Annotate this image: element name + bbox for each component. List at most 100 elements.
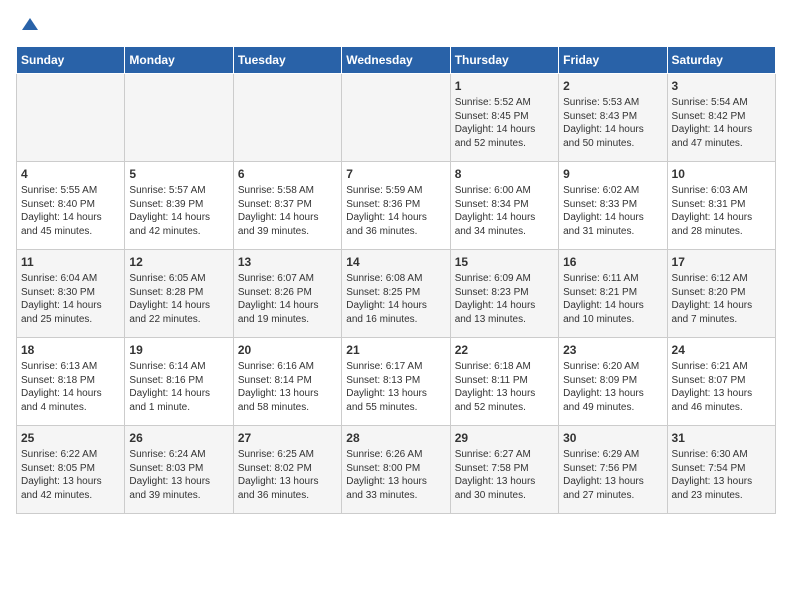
- weekday-header: Friday: [559, 47, 667, 74]
- day-number: 19: [129, 342, 228, 358]
- day-info: Sunrise: 5:55 AM Sunset: 8:40 PM Dayligh…: [21, 184, 120, 238]
- calendar-cell: 9 Sunrise: 6:02 AM Sunset: 8:33 PM Daylig…: [559, 162, 667, 250]
- day-number: 22: [455, 342, 554, 358]
- calendar-cell: 11 Sunrise: 6:04 AM Sunset: 8:30 PM Dayli…: [17, 250, 125, 338]
- day-info: Sunrise: 6:27 AM Sunset: 7:58 PM Dayligh…: [455, 448, 554, 502]
- day-info: Sunrise: 6:08 AM Sunset: 8:25 PM Dayligh…: [346, 272, 445, 326]
- calendar-cell: 5 Sunrise: 5:57 AM Sunset: 8:39 PM Daylig…: [125, 162, 233, 250]
- day-info: Sunrise: 6:13 AM Sunset: 8:18 PM Dayligh…: [21, 360, 120, 414]
- day-number: 4: [21, 166, 120, 182]
- day-info: Sunrise: 5:59 AM Sunset: 8:36 PM Dayligh…: [346, 184, 445, 238]
- calendar-cell: 17 Sunrise: 6:12 AM Sunset: 8:20 PM Dayli…: [667, 250, 775, 338]
- calendar-cell: 4 Sunrise: 5:55 AM Sunset: 8:40 PM Daylig…: [17, 162, 125, 250]
- calendar-cell: 31Sunrise: 6:30 AM Sunset: 7:54 PM Dayli…: [667, 426, 775, 514]
- calendar-cell: 14 Sunrise: 6:08 AM Sunset: 8:25 PM Dayli…: [342, 250, 450, 338]
- weekday-header-row: SundayMondayTuesdayWednesdayThursdayFrid…: [17, 47, 776, 74]
- calendar-header: SundayMondayTuesdayWednesdayThursdayFrid…: [17, 47, 776, 74]
- day-number: 23: [563, 342, 662, 358]
- day-number: 7: [346, 166, 445, 182]
- calendar-cell: 29Sunrise: 6:27 AM Sunset: 7:58 PM Dayli…: [450, 426, 558, 514]
- calendar-cell: 2Sunrise: 5:53 AM Sunset: 8:43 PM Daylig…: [559, 74, 667, 162]
- day-info: Sunrise: 5:57 AM Sunset: 8:39 PM Dayligh…: [129, 184, 228, 238]
- logo: [16, 16, 40, 36]
- calendar-cell: 8 Sunrise: 6:00 AM Sunset: 8:34 PM Daylig…: [450, 162, 558, 250]
- day-number: 14: [346, 254, 445, 270]
- day-number: 12: [129, 254, 228, 270]
- page-header: [16, 16, 776, 36]
- day-info: Sunrise: 6:22 AM Sunset: 8:05 PM Dayligh…: [21, 448, 120, 502]
- day-info: Sunrise: 6:02 AM Sunset: 8:33 PM Dayligh…: [563, 184, 662, 238]
- calendar-week-row: 11 Sunrise: 6:04 AM Sunset: 8:30 PM Dayli…: [17, 250, 776, 338]
- calendar-week-row: 1 Sunrise: 5:52 AM Sunset: 8:45 PM Daylig…: [17, 74, 776, 162]
- weekday-header: Sunday: [17, 47, 125, 74]
- day-info: Sunrise: 6:17 AM Sunset: 8:13 PM Dayligh…: [346, 360, 445, 414]
- day-info: Sunrise: 6:20 AM Sunset: 8:09 PM Dayligh…: [563, 360, 662, 414]
- day-info: Sunrise: 6:00 AM Sunset: 8:34 PM Dayligh…: [455, 184, 554, 238]
- day-number: 13: [238, 254, 337, 270]
- day-number: 9: [563, 166, 662, 182]
- day-number: 10: [672, 166, 771, 182]
- day-number: 26: [129, 430, 228, 446]
- day-number: 25: [21, 430, 120, 446]
- calendar-cell: 28 Sunrise: 6:26 AM Sunset: 8:00 PM Dayli…: [342, 426, 450, 514]
- day-info: Sunrise: 5:52 AM Sunset: 8:45 PM Dayligh…: [455, 96, 554, 150]
- day-number: 17: [672, 254, 771, 270]
- day-info: Sunrise: 6:03 AM Sunset: 8:31 PM Dayligh…: [672, 184, 771, 238]
- weekday-header: Wednesday: [342, 47, 450, 74]
- day-number: 5: [129, 166, 228, 182]
- calendar-cell: 7 Sunrise: 5:59 AM Sunset: 8:36 PM Daylig…: [342, 162, 450, 250]
- day-info: Sunrise: 6:11 AM Sunset: 8:21 PM Dayligh…: [563, 272, 662, 326]
- day-number: 3: [672, 78, 771, 94]
- calendar-cell: 12 Sunrise: 6:05 AM Sunset: 8:28 PM Dayli…: [125, 250, 233, 338]
- day-info: Sunrise: 6:30 AM Sunset: 7:54 PM Dayligh…: [672, 448, 771, 502]
- day-info: Sunrise: 6:21 AM Sunset: 8:07 PM Dayligh…: [672, 360, 771, 414]
- day-info: Sunrise: 6:14 AM Sunset: 8:16 PM Dayligh…: [129, 360, 228, 414]
- day-info: Sunrise: 6:18 AM Sunset: 8:11 PM Dayligh…: [455, 360, 554, 414]
- day-info: Sunrise: 6:16 AM Sunset: 8:14 PM Dayligh…: [238, 360, 337, 414]
- day-number: 28: [346, 430, 445, 446]
- day-info: Sunrise: 6:09 AM Sunset: 8:23 PM Dayligh…: [455, 272, 554, 326]
- day-number: 15: [455, 254, 554, 270]
- day-info: Sunrise: 6:05 AM Sunset: 8:28 PM Dayligh…: [129, 272, 228, 326]
- calendar-cell: 13 Sunrise: 6:07 AM Sunset: 8:26 PM Dayli…: [233, 250, 341, 338]
- calendar-table: SundayMondayTuesdayWednesdayThursdayFrid…: [16, 46, 776, 514]
- calendar-cell: 1 Sunrise: 5:52 AM Sunset: 8:45 PM Daylig…: [450, 74, 558, 162]
- calendar-cell: 6 Sunrise: 5:58 AM Sunset: 8:37 PM Daylig…: [233, 162, 341, 250]
- day-info: Sunrise: 6:29 AM Sunset: 7:56 PM Dayligh…: [563, 448, 662, 502]
- day-number: 1: [455, 78, 554, 94]
- weekday-header: Saturday: [667, 47, 775, 74]
- day-info: Sunrise: 5:58 AM Sunset: 8:37 PM Dayligh…: [238, 184, 337, 238]
- calendar-cell: 19 Sunrise: 6:14 AM Sunset: 8:16 PM Dayli…: [125, 338, 233, 426]
- day-number: 21: [346, 342, 445, 358]
- day-number: 30: [563, 430, 662, 446]
- calendar-cell: 30 Sunrise: 6:29 AM Sunset: 7:56 PM Dayli…: [559, 426, 667, 514]
- day-number: 24: [672, 342, 771, 358]
- day-number: 11: [21, 254, 120, 270]
- day-info: Sunrise: 6:25 AM Sunset: 8:02 PM Dayligh…: [238, 448, 337, 502]
- calendar-cell: 16 Sunrise: 6:11 AM Sunset: 8:21 PM Dayli…: [559, 250, 667, 338]
- day-number: 27: [238, 430, 337, 446]
- logo-icon: [20, 16, 40, 36]
- calendar-cell: 22 Sunrise: 6:18 AM Sunset: 8:11 PM Dayli…: [450, 338, 558, 426]
- calendar-cell: 26 Sunrise: 6:24 AM Sunset: 8:03 PM Dayli…: [125, 426, 233, 514]
- calendar-cell: 10 Sunrise: 6:03 AM Sunset: 8:31 PM Dayli…: [667, 162, 775, 250]
- calendar-cell: 15 Sunrise: 6:09 AM Sunset: 8:23 PM Dayli…: [450, 250, 558, 338]
- calendar-cell: 27 Sunrise: 6:25 AM Sunset: 8:02 PM Dayli…: [233, 426, 341, 514]
- weekday-header: Thursday: [450, 47, 558, 74]
- day-info: Sunrise: 6:26 AM Sunset: 8:00 PM Dayligh…: [346, 448, 445, 502]
- calendar-body: 1 Sunrise: 5:52 AM Sunset: 8:45 PM Daylig…: [17, 74, 776, 514]
- weekday-header: Tuesday: [233, 47, 341, 74]
- day-number: 8: [455, 166, 554, 182]
- calendar-cell: 20Sunrise: 6:16 AM Sunset: 8:14 PM Dayli…: [233, 338, 341, 426]
- day-info: Sunrise: 6:04 AM Sunset: 8:30 PM Dayligh…: [21, 272, 120, 326]
- calendar-cell: 18Sunrise: 6:13 AM Sunset: 8:18 PM Dayli…: [17, 338, 125, 426]
- day-info: Sunrise: 5:54 AM Sunset: 8:42 PM Dayligh…: [672, 96, 771, 150]
- day-info: Sunrise: 6:12 AM Sunset: 8:20 PM Dayligh…: [672, 272, 771, 326]
- calendar-cell: [125, 74, 233, 162]
- day-number: 16: [563, 254, 662, 270]
- day-number: 6: [238, 166, 337, 182]
- day-info: Sunrise: 6:24 AM Sunset: 8:03 PM Dayligh…: [129, 448, 228, 502]
- calendar-cell: 23 Sunrise: 6:20 AM Sunset: 8:09 PM Dayli…: [559, 338, 667, 426]
- day-info: Sunrise: 6:07 AM Sunset: 8:26 PM Dayligh…: [238, 272, 337, 326]
- calendar-cell: [17, 74, 125, 162]
